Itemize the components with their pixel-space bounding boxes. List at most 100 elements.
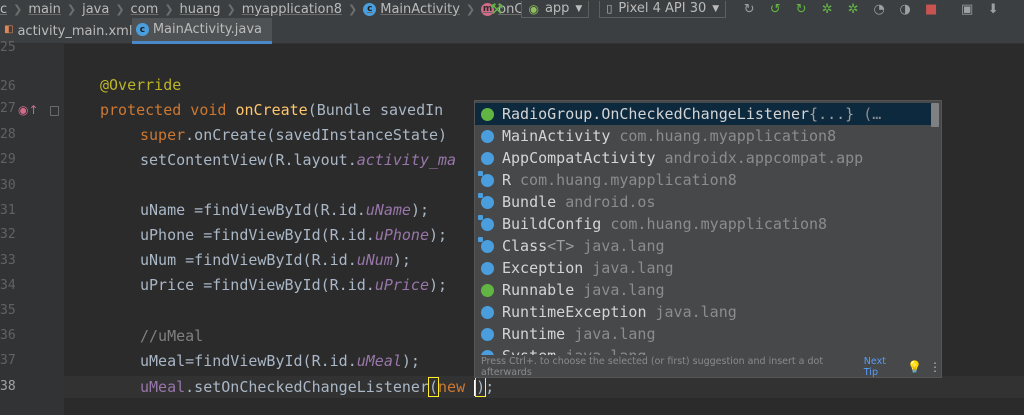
- stop-icon[interactable]: ■: [918, 2, 944, 17]
- fold-icon[interactable]: [50, 106, 59, 116]
- code-line: super.onCreate(savedInstanceState): [140, 124, 447, 146]
- completion-item[interactable]: BuildConfig com.huang.myapplication8: [475, 213, 931, 235]
- breadcrumb-item[interactable]: c: [0, 2, 7, 17]
- sdk-manager-icon[interactable]: ⬇: [980, 2, 1006, 17]
- breadcrumb-item[interactable]: huang: [180, 2, 221, 17]
- completion-item[interactable]: Exception java.lang: [475, 257, 931, 279]
- completion-package: com.huang.myapplication8: [610, 215, 828, 233]
- code-text: .setOnCheckedChangeListener: [185, 378, 429, 396]
- chevron-down-icon: ▼: [712, 3, 720, 14]
- apply-changes-icon[interactable]: ↻: [788, 2, 814, 17]
- completion-package: java.lang: [583, 281, 665, 299]
- completion-name: Class: [502, 237, 548, 255]
- class-icon: [481, 327, 494, 341]
- breadcrumb-item[interactable]: myapplication8: [242, 2, 342, 17]
- class-icon: c: [136, 23, 149, 36]
- layout-inspector-icon[interactable]: ▣: [954, 2, 980, 17]
- code-text: );: [401, 352, 420, 370]
- class-icon: [481, 129, 494, 143]
- code-text: );: [392, 251, 411, 269]
- completion-name: Runtime: [502, 325, 566, 343]
- code-text: );: [429, 226, 448, 244]
- code-text: (Bundle savedIn: [307, 101, 444, 119]
- next-tip-link[interactable]: Next Tip: [864, 356, 901, 377]
- breadcrumb: c ❯ main ❯ java ❯ com ❯ huang ❯ myapplication…: [0, 0, 558, 18]
- tab-label: MainActivity.java: [152, 22, 262, 37]
- tab-label: activity_main.xml: [17, 23, 133, 39]
- interface-icon: [481, 283, 494, 297]
- completion-item[interactable]: AppCompatActivity androidx.appcompat.app: [475, 147, 931, 169]
- line-number: 26: [0, 79, 16, 94]
- completion-package: java.lang: [574, 325, 656, 343]
- completion-package: (…: [863, 105, 882, 123]
- completion-item[interactable]: MainActivity com.huang.myapplication8: [475, 125, 931, 147]
- class-icon: c: [363, 2, 377, 16]
- apply-code-changes-icon[interactable]: ↺: [762, 2, 788, 17]
- lightbulb-icon: 💡: [907, 360, 922, 374]
- attach-debugger-icon[interactable]: ✲: [840, 2, 866, 17]
- override-marker-icon[interactable]: ◉↑: [18, 103, 39, 117]
- navigation-bar: c ❯ main ❯ java ❯ com ❯ huang ❯ myapplication…: [0, 0, 1024, 18]
- code-completion-popup[interactable]: RadioGroup.OnCheckedChangeListener {...} (…: [474, 100, 942, 378]
- class-icon: [478, 236, 494, 253]
- tab-activity-main-xml[interactable]: ◧ activity_main.xml: [0, 18, 132, 44]
- chevron-right-icon: ❯: [13, 2, 23, 16]
- completion-package: java.lang: [583, 237, 665, 255]
- code-line: //uMeal: [140, 325, 203, 347]
- tab-main-activity-java[interactable]: c MainActivity.java: [132, 18, 272, 44]
- code-field: uMeal: [140, 378, 186, 396]
- coverage-icon[interactable]: ◑: [892, 2, 918, 17]
- code-keyword: protected void: [100, 101, 227, 119]
- completion-item[interactable]: Runtime java.lang: [475, 323, 931, 345]
- completion-item[interactable]: Bundle android.os: [475, 191, 931, 213]
- class-icon: [481, 305, 494, 319]
- line-number: 37: [0, 353, 16, 368]
- profile-icon[interactable]: ◔: [866, 2, 892, 17]
- line-number: 35: [0, 303, 16, 318]
- completion-item[interactable]: Class <T> java.lang: [475, 235, 931, 257]
- code-line: uName =findViewById(R.id.uName);: [140, 199, 429, 221]
- chevron-right-icon: ❯: [226, 2, 236, 16]
- editor-tabs: ◧ activity_main.xml c MainActivity.java: [0, 18, 1024, 44]
- device-icon: ▯: [606, 2, 613, 15]
- run-icon[interactable]: ↻: [736, 2, 762, 17]
- line-number: 28: [0, 127, 16, 142]
- code-annotation: @Override: [100, 76, 182, 94]
- completion-name: Runnable: [502, 281, 575, 299]
- line-number: 38: [0, 379, 16, 394]
- completion-item[interactable]: Runnable java.lang: [475, 279, 931, 301]
- code-line: uMeal=findViewById(R.id.uMeal);: [140, 350, 420, 372]
- device-select[interactable]: ▯ Pixel 4 API 30 ▼: [599, 0, 727, 18]
- completion-name: AppCompatActivity: [502, 149, 656, 167]
- chevron-down-icon: ▼: [575, 3, 583, 14]
- line-number: 36: [0, 328, 16, 343]
- breadcrumb-item[interactable]: main: [28, 2, 60, 17]
- completion-item[interactable]: RadioGroup.OnCheckedChangeListener {...} (…: [475, 103, 931, 125]
- completion-item[interactable]: RuntimeException java.lang: [475, 301, 931, 323]
- line-number: 27: [0, 101, 16, 116]
- hammer-icon[interactable]: ⚒: [490, 0, 503, 18]
- completion-item[interactable]: Rcom.huang.myapplication8: [475, 169, 931, 191]
- breadcrumb-item[interactable]: com: [131, 2, 159, 17]
- popup-scrollbar[interactable]: [931, 103, 939, 127]
- completion-name: RuntimeException: [502, 303, 647, 321]
- code-bracket: (: [427, 377, 440, 397]
- completion-name: Bundle: [502, 193, 557, 211]
- completion-name: R: [502, 171, 512, 189]
- chevron-right-icon: ❯: [164, 2, 174, 16]
- completion-generic: {...}: [809, 105, 855, 123]
- completion-name: MainActivity: [502, 127, 611, 145]
- more-options-icon[interactable]: ⋮: [929, 360, 941, 374]
- line-number: 25: [0, 40, 16, 55]
- code-text: uNum =findViewById(R.id.: [140, 251, 357, 269]
- popup-hint-text: Press Ctrl+. to choose the selected (or …: [481, 356, 824, 378]
- breadcrumb-item[interactable]: java: [82, 2, 109, 17]
- code-text: uPrice =findViewById(R.id.: [140, 276, 375, 294]
- debug-icon[interactable]: ✲: [814, 2, 840, 17]
- breadcrumb-item-class[interactable]: c MainActivity: [363, 2, 460, 17]
- xml-file-icon: ◧: [4, 24, 14, 35]
- code-field: uMeal: [356, 352, 402, 370]
- code-text: ;: [485, 378, 495, 396]
- run-config-select[interactable]: ◉ app ▼: [521, 0, 590, 18]
- android-icon: ◉: [528, 1, 539, 16]
